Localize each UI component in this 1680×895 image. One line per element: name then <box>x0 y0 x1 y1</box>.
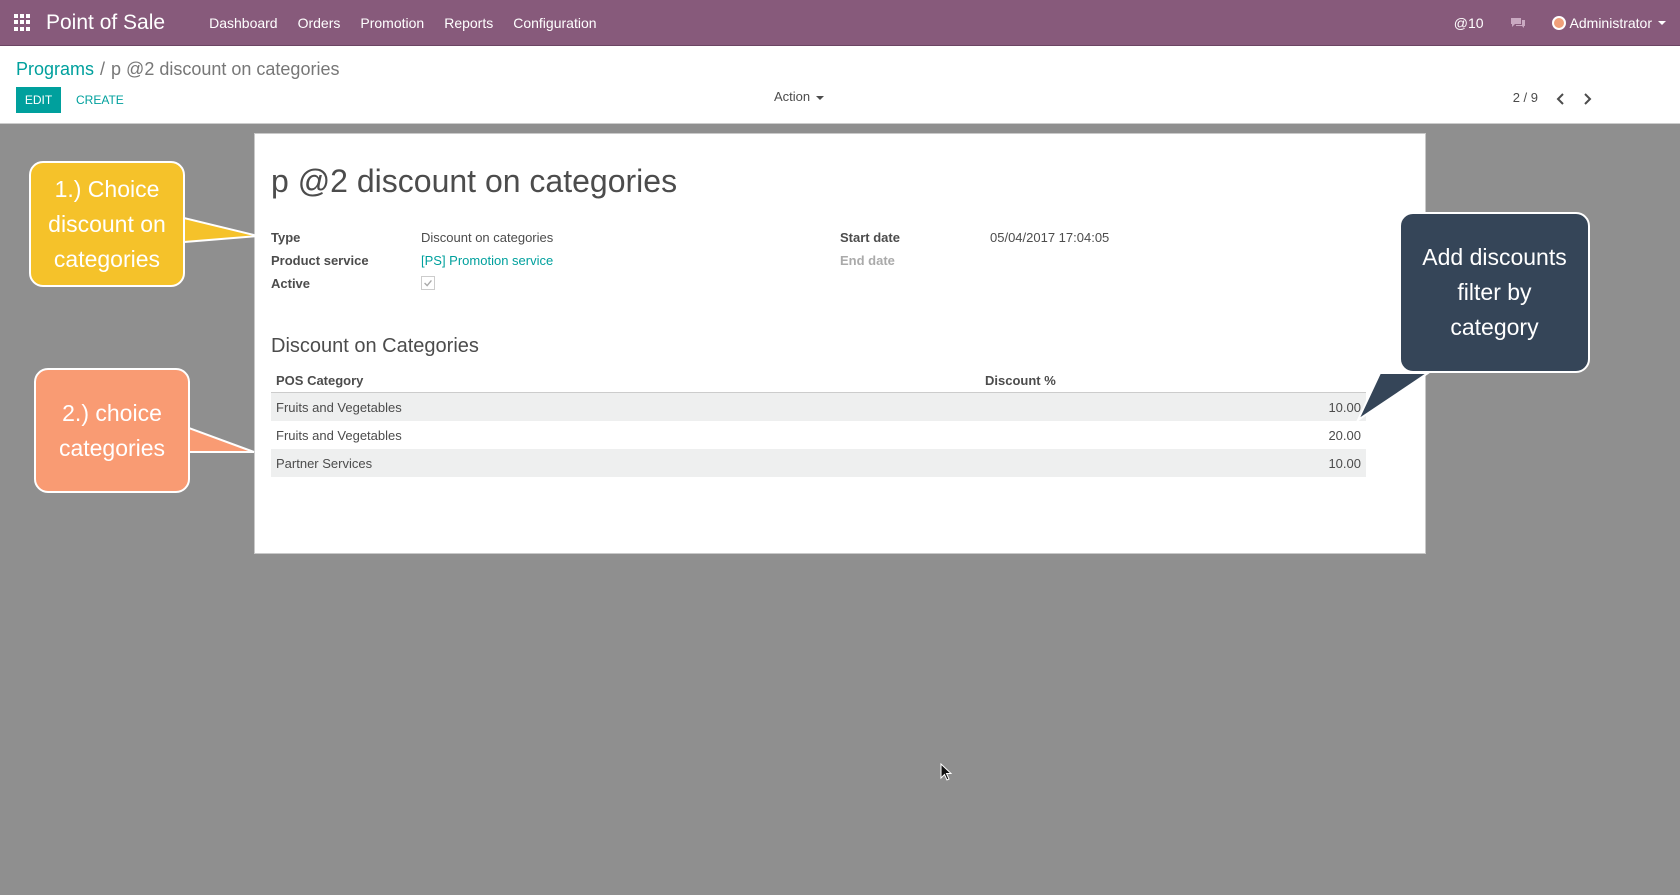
discount-cell: 10.00 <box>1328 400 1361 415</box>
type-label: Type <box>271 230 301 245</box>
breadcrumb-programs[interactable]: Programs <box>16 59 94 79</box>
menu-promotion[interactable]: Promotion <box>360 15 424 31</box>
breadcrumb: Programs / p @2 discount on categories <box>16 59 339 80</box>
callout-line: discount on <box>48 210 166 237</box>
breadcrumb-current: p @2 discount on categories <box>111 59 340 79</box>
category-cell: Fruits and Vegetables <box>276 428 402 443</box>
product-service-label: Product service <box>271 253 369 268</box>
callout-choice-categories: 2.) choice categories <box>34 368 190 493</box>
column-header-discount[interactable]: Discount % <box>985 373 1056 388</box>
category-cell: Partner Services <box>276 456 373 471</box>
discount-cell: 20.00 <box>1328 428 1361 443</box>
menu-configuration[interactable]: Configuration <box>513 15 596 31</box>
breadcrumb-separator: / <box>100 59 106 79</box>
user-menu[interactable]: Administrator <box>1551 15 1666 31</box>
start-date-label: Start date <box>840 230 900 245</box>
main-menu: Dashboard Orders Promotion Reports Confi… <box>209 15 616 31</box>
pager-value[interactable]: 2 / 9 <box>1513 90 1538 105</box>
callout-line: categories <box>53 245 161 272</box>
record-title: p @2 discount on categories <box>271 163 678 199</box>
action-label: Action <box>774 89 811 104</box>
form-sheet: p @2 discount on categories Type Discoun… <box>254 133 1426 554</box>
control-panel: Programs / p @2 discount on categories EDI… <box>0 46 1680 124</box>
callout-line: Add discounts <box>1422 244 1567 270</box>
product-service-link[interactable]: [PS] Promotion service <box>421 253 553 268</box>
callout-line: 1.) Choice <box>54 175 160 202</box>
chevron-down-icon <box>816 95 825 100</box>
active-checkbox[interactable] <box>421 276 435 290</box>
callout-line: 2.) choice <box>62 399 162 426</box>
column-header-category[interactable]: POS Category <box>276 373 363 388</box>
navbar-right: @10 Administrator <box>1454 0 1680 46</box>
chevron-left-icon[interactable] <box>1554 92 1568 106</box>
mouse-cursor-icon <box>940 763 953 781</box>
section-title: Discount on Categories <box>271 335 479 357</box>
menu-orders[interactable]: Orders <box>298 15 341 31</box>
chevron-down-icon <box>1658 21 1666 25</box>
callout-add-discounts: Add discounts filter by category <box>1399 212 1590 373</box>
notifications-counter[interactable]: @10 <box>1454 15 1484 31</box>
action-dropdown[interactable]: Action <box>774 89 825 104</box>
callout-choice-discount: 1.) Choice discount on categories <box>29 161 185 287</box>
chevron-right-icon[interactable] <box>1580 92 1594 106</box>
chat-icon[interactable] <box>1510 17 1526 29</box>
category-cell: Fruits and Vegetables <box>276 400 402 415</box>
table-row[interactable]: Fruits and Vegetables 20.00 <box>271 421 1366 449</box>
end-date-label: End date <box>840 253 895 268</box>
table-row[interactable]: Partner Services 10.00 <box>271 449 1366 477</box>
discount-cell: 10.00 <box>1328 456 1361 471</box>
menu-dashboard[interactable]: Dashboard <box>209 15 278 31</box>
start-date-value: 05/04/2017 17:04:05 <box>990 230 1110 245</box>
menu-reports[interactable]: Reports <box>444 15 493 31</box>
active-label: Active <box>271 276 311 291</box>
callout-line: filter by <box>1457 279 1532 305</box>
avatar <box>1551 16 1566 30</box>
top-navbar: Point of Sale Dashboard Orders Promotion… <box>0 0 1680 46</box>
create-button[interactable]: CREATE <box>70 87 130 113</box>
callout-line: categories <box>58 434 166 461</box>
apps-grid-icon[interactable] <box>14 13 32 32</box>
table-row[interactable]: Fruits and Vegetables 10.00 <box>271 393 1366 421</box>
edit-button[interactable]: EDIT <box>16 87 61 113</box>
user-name: Administrator <box>1569 15 1652 31</box>
table-header: POS Category Discount % <box>271 367 1366 393</box>
callout-line: category <box>1450 314 1539 340</box>
type-value: Discount on categories <box>421 230 554 245</box>
discount-table: POS Category Discount % Fruits and Veget… <box>271 367 1366 477</box>
app-name[interactable]: Point of Sale <box>46 11 165 35</box>
